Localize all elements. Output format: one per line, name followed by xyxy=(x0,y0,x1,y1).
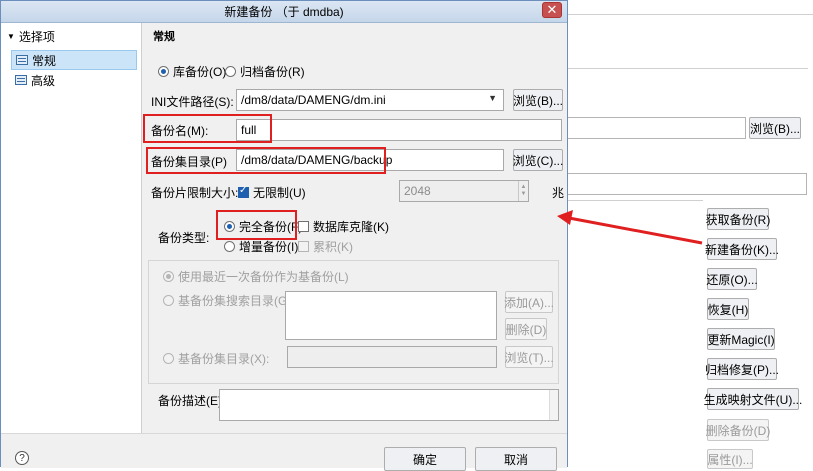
sidebar-header-label: 选择项 xyxy=(18,29,55,44)
base-dir-input[interactable] xyxy=(287,346,497,368)
annotation-arrow xyxy=(557,210,703,245)
unlimited-checkbox[interactable]: 无限制(U) xyxy=(238,185,306,200)
database-clone-checkbox[interactable]: 数据库克隆(K) xyxy=(298,219,389,234)
spinner-arrows-icon[interactable]: ▲ ▼ xyxy=(518,181,528,201)
dialog-title-bar: 新建备份 （于 dmdba) xyxy=(1,1,567,23)
base-dir-radio[interactable]: 基备份集目录(X): xyxy=(163,351,270,366)
radio-disabled-icon xyxy=(163,352,174,364)
use-last-backup-radio[interactable]: 使用最近一次备份作为基备份(L) xyxy=(163,269,349,284)
checkbox-unchecked-icon xyxy=(298,220,309,232)
sidebar-item-general[interactable]: 常规 xyxy=(11,50,137,70)
piece-size-unit: 兆 xyxy=(552,185,565,200)
checkbox-checked-icon xyxy=(238,185,249,198)
base-dir-browse-button[interactable]: 浏览(T)... xyxy=(504,346,554,368)
radio-selected-icon xyxy=(158,65,169,77)
piece-size-value: 2048 xyxy=(404,184,431,198)
base-search-dir-list[interactable] xyxy=(285,291,497,340)
piece-size-spinner[interactable]: 2048 ▲ ▼ xyxy=(399,180,529,202)
base-search-dir-label: 基备份集搜索目录(G): xyxy=(178,293,295,308)
background-long-field[interactable] xyxy=(560,173,807,195)
page-icon xyxy=(16,55,28,65)
radio-unselected-icon xyxy=(224,240,235,252)
new-backup-button[interactable]: 新建备份(K)... xyxy=(705,238,779,260)
backup-dir-browse-button[interactable]: 浏览(C)... xyxy=(513,149,563,171)
collapse-arrow-icon: ▼ xyxy=(7,31,15,41)
ok-button[interactable]: 确定 xyxy=(384,447,466,471)
radio-disabled-icon xyxy=(163,294,174,306)
add-dir-button[interactable]: 添加(A)... xyxy=(504,291,554,313)
ini-path-label: INI文件路径(S): xyxy=(151,94,234,109)
background-panel-frame xyxy=(568,68,808,69)
use-last-backup-label: 使用最近一次备份作为基备份(L) xyxy=(178,269,349,284)
close-icon: ✕ xyxy=(546,2,558,17)
section-title: 常规 xyxy=(153,31,175,43)
base-dir-label: 基备份集目录(X): xyxy=(178,351,270,366)
unlimited-label: 无限制(U) xyxy=(253,185,306,200)
page-icon xyxy=(15,75,27,85)
update-magic-button[interactable]: 更新Magic(I) xyxy=(707,328,775,350)
base-search-dir-radio[interactable]: 基备份集搜索目录(G): xyxy=(163,293,295,308)
sidebar-header[interactable]: ▼ 选择项 xyxy=(3,27,133,45)
radio-disabled-icon xyxy=(163,270,174,282)
highlight-full-backup xyxy=(216,210,297,240)
backup-type-label: 备份类型: xyxy=(158,230,210,245)
description-label: 备份描述(E): xyxy=(158,393,226,408)
background-browse-button[interactable]: 浏览(B)... xyxy=(749,117,801,139)
incremental-backup-radio[interactable]: 增量备份(I) xyxy=(224,239,299,254)
description-scrollbar[interactable] xyxy=(549,390,558,420)
archive-backup-radio[interactable]: 归档备份(R) xyxy=(225,64,305,79)
incremental-backup-label: 增量备份(I) xyxy=(239,239,299,254)
archive-repair-button[interactable]: 归档修复(P)... xyxy=(705,358,779,380)
sidebar-item-advanced[interactable]: 高级 xyxy=(11,71,137,89)
chevron-down-icon[interactable]: ▼ xyxy=(488,93,497,103)
background-top-divider xyxy=(568,14,813,15)
backup-name-input[interactable]: full xyxy=(236,119,562,141)
restore-button[interactable]: 还原(O)... xyxy=(706,268,758,290)
dialog-title: 新建备份 （于 dmdba) xyxy=(224,5,344,19)
ini-path-value: /dm8/data/DAMENG/dm.ini xyxy=(241,93,386,107)
fetch-backup-button[interactable]: 获取备份(R) xyxy=(706,208,770,230)
recover-button[interactable]: 恢复(H) xyxy=(707,298,749,320)
help-icon[interactable]: ? xyxy=(15,451,29,465)
close-button[interactable]: ✕ xyxy=(542,2,562,18)
ini-path-combo[interactable]: /dm8/data/DAMENG/dm.ini ▼ xyxy=(236,89,504,111)
cancel-button[interactable]: 取消 xyxy=(475,447,557,471)
cumulative-checkbox[interactable]: 累积(K) xyxy=(298,239,353,254)
sidebar-item-label: 高级 xyxy=(31,73,56,88)
properties-button[interactable]: 属性(I)... xyxy=(707,449,753,469)
generate-map-file-button[interactable]: 生成映射文件(U)... xyxy=(704,388,802,410)
background-path-field[interactable] xyxy=(560,117,746,139)
options-sidebar: ▼ 选择项 常规 高级 xyxy=(1,23,142,433)
piece-size-label: 备份片限制大小: xyxy=(151,185,239,200)
cumulative-label: 累积(K) xyxy=(313,239,353,254)
delete-backup-button[interactable]: 删除备份(D) xyxy=(706,419,770,441)
highlight-backup-dir xyxy=(146,147,386,174)
sidebar-item-label: 常规 xyxy=(32,53,57,68)
description-input[interactable] xyxy=(219,389,559,421)
library-backup-label: 库备份(O) xyxy=(173,64,227,79)
highlight-backup-name xyxy=(143,114,272,143)
radio-unselected-icon xyxy=(225,65,236,77)
library-backup-radio[interactable]: 库备份(O) xyxy=(158,64,227,79)
delete-dir-button[interactable]: 删除(D) xyxy=(505,318,547,340)
ini-browse-button[interactable]: 浏览(B)... xyxy=(513,89,563,111)
archive-backup-label: 归档备份(R) xyxy=(240,64,305,79)
database-clone-label: 数据库克隆(K) xyxy=(313,219,389,234)
checkbox-disabled-icon xyxy=(298,240,309,252)
help-glyph: ? xyxy=(19,452,25,464)
